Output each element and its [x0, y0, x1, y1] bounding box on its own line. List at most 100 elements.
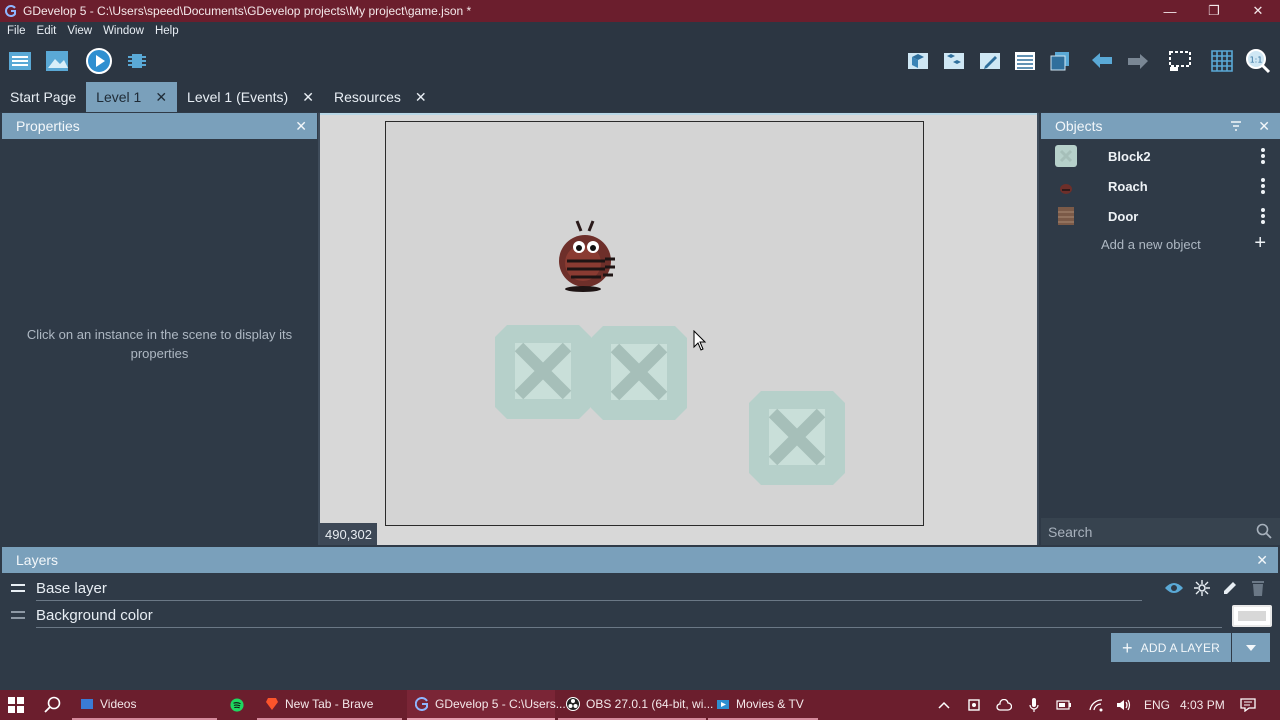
object-name: Block2: [1108, 148, 1151, 164]
taskbar-app-brave[interactable]: New Tab - Brave: [257, 690, 402, 720]
close-window-button[interactable]: ✕: [1236, 0, 1280, 22]
right-splitter[interactable]: [1037, 113, 1039, 545]
editor-tabs: Start Page Level 1 ✕ Level 1 (Events) ✕ …: [0, 82, 1280, 112]
volume-icon[interactable]: [1116, 697, 1132, 713]
add-object-label[interactable]: Add a new object: [1101, 237, 1201, 252]
visibility-icon[interactable]: [1164, 578, 1184, 598]
add-layer-dropdown[interactable]: [1232, 633, 1270, 662]
search-icon[interactable]: [44, 690, 62, 720]
objects-panel-icon[interactable]: [903, 46, 933, 76]
clock[interactable]: 4:03 PM: [1180, 690, 1225, 720]
scene-editor[interactable]: 490,302: [320, 113, 1037, 545]
tab-level-1-events[interactable]: Level 1 (Events) ✕: [177, 82, 324, 112]
menu-view[interactable]: View: [67, 25, 92, 37]
selection-icon[interactable]: [1165, 46, 1195, 76]
minimize-button[interactable]: —: [1148, 0, 1192, 22]
menu-edit[interactable]: Edit: [37, 25, 57, 37]
close-icon[interactable]: ✕: [295, 118, 307, 135]
effects-icon[interactable]: [1192, 578, 1212, 598]
properties-header: Properties ✕: [2, 113, 317, 139]
properties-icon[interactable]: [975, 46, 1005, 76]
toolbar: 1:1: [0, 40, 1280, 82]
menu-help[interactable]: Help: [155, 25, 179, 37]
redo-icon[interactable]: [1123, 46, 1153, 76]
taskbar-app-label: GDevelop 5 - C:\Users...: [435, 697, 566, 711]
project-manager-icon[interactable]: [5, 46, 35, 76]
taskbar-app-obs[interactable]: OBS 27.0.1 (64-bit, wi...: [558, 690, 713, 720]
tab-label: Level 1: [96, 89, 142, 105]
tab-resources[interactable]: Resources ✕: [324, 82, 437, 112]
object-item-block2[interactable]: Block2: [1041, 141, 1280, 171]
taskbar-app-label: Videos: [100, 697, 137, 711]
obs-icon: [566, 697, 580, 711]
layer-item-base[interactable]: Base layer: [2, 575, 1278, 602]
taskbar-app-movies-tv[interactable]: Movies & TV: [708, 690, 818, 720]
taskbar-app-gdevelop[interactable]: GDevelop 5 - C:\Users...: [407, 690, 566, 720]
object-item-door[interactable]: Door: [1041, 201, 1280, 231]
block-instance[interactable]: [495, 325, 591, 419]
block-thumbnail-icon: [1055, 145, 1077, 167]
scene-settings-icon[interactable]: [42, 46, 72, 76]
roach-thumbnail-icon: [1055, 175, 1077, 197]
debugger-icon[interactable]: [122, 46, 152, 76]
layer-item-background-color[interactable]: Background color: [2, 602, 1278, 629]
close-icon[interactable]: ✕: [155, 89, 167, 106]
battery-icon[interactable]: [1056, 697, 1072, 713]
close-icon[interactable]: ✕: [302, 89, 314, 106]
notifications-icon[interactable]: [1240, 697, 1256, 713]
grid-icon[interactable]: [1207, 46, 1237, 76]
more-vert-icon[interactable]: [1260, 208, 1266, 224]
scene-top-edge: [320, 113, 1037, 115]
tab-level-1[interactable]: Level 1 ✕: [86, 82, 178, 112]
objects-panel: Objects ✕ Block2 Roach Door Add a new ob…: [1041, 113, 1280, 545]
block-instance[interactable]: [749, 391, 845, 485]
more-vert-icon[interactable]: [1260, 148, 1266, 164]
title-bar: GDevelop 5 - C:\Users\speed\Documents\GD…: [0, 0, 1280, 22]
window-title: GDevelop 5 - C:\Users\speed\Documents\GD…: [23, 4, 472, 18]
more-vert-icon[interactable]: [1260, 178, 1266, 194]
taskbar-app-spotify[interactable]: [222, 690, 252, 720]
preview-icon[interactable]: [84, 46, 114, 76]
search-icon[interactable]: [1256, 523, 1272, 542]
microphone-icon[interactable]: [1026, 697, 1042, 713]
screen-capture-icon[interactable]: [966, 697, 982, 713]
close-icon[interactable]: ✕: [1258, 118, 1270, 135]
layer-name: Background color: [36, 607, 153, 624]
close-icon[interactable]: ✕: [1256, 552, 1268, 569]
background-color-swatch[interactable]: [1232, 605, 1272, 627]
filter-icon[interactable]: [1230, 119, 1242, 135]
menu-window[interactable]: Window: [103, 25, 144, 37]
restore-button[interactable]: ❐: [1192, 0, 1236, 22]
add-icon[interactable]: +: [1254, 233, 1266, 253]
undo-icon[interactable]: [1087, 46, 1117, 76]
object-name: Roach: [1108, 178, 1148, 194]
videos-icon: [80, 697, 94, 711]
delete-icon[interactable]: [1248, 578, 1268, 598]
windows-start-icon[interactable]: [7, 690, 25, 720]
block-instance[interactable]: [591, 326, 687, 420]
wifi-icon[interactable]: [1088, 697, 1104, 713]
menu-file[interactable]: File: [7, 25, 26, 37]
search-input[interactable]: [1048, 523, 1238, 540]
cloud-icon[interactable]: [996, 697, 1012, 713]
taskbar-app-videos[interactable]: Videos: [72, 690, 217, 720]
close-icon[interactable]: ✕: [415, 89, 427, 106]
chevron-up-icon[interactable]: [936, 697, 952, 713]
layers-icon[interactable]: [1045, 46, 1075, 76]
edit-icon[interactable]: [1220, 578, 1240, 598]
tab-start-page[interactable]: Start Page: [0, 82, 86, 112]
zoom-icon[interactable]: 1:1: [1243, 46, 1273, 76]
object-groups-icon[interactable]: [939, 46, 969, 76]
layer-name-underline: [36, 627, 1222, 628]
gdevelop-logo-icon: [5, 5, 17, 17]
roach-instance[interactable]: [553, 217, 617, 293]
object-item-roach[interactable]: Roach: [1041, 171, 1280, 201]
door-thumbnail-icon: [1055, 205, 1077, 227]
drag-handle-icon: [11, 611, 25, 619]
add-layer-button[interactable]: + ADD A LAYER: [1111, 633, 1231, 662]
language-indicator[interactable]: ENG: [1144, 690, 1170, 720]
layer-name[interactable]: Base layer: [36, 580, 107, 597]
brave-icon: [265, 697, 279, 711]
drag-handle-icon[interactable]: [11, 584, 25, 592]
instances-list-icon[interactable]: [1010, 46, 1040, 76]
